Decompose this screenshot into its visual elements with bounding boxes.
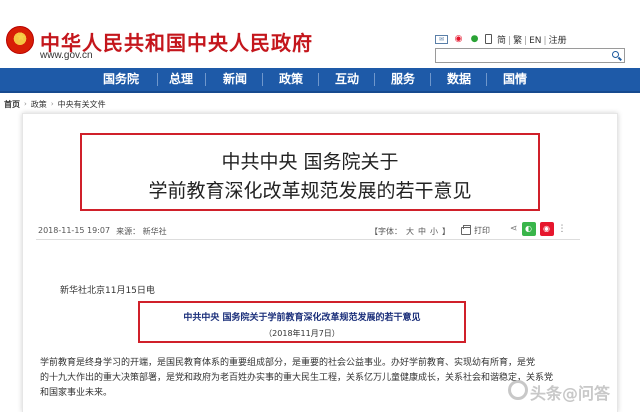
lang-simplified-link[interactable]: 简: [497, 36, 506, 46]
breadcrumb-home[interactable]: 首页: [4, 99, 20, 110]
national-emblem-icon[interactable]: ★: [6, 26, 34, 54]
mobile-icon[interactable]: [485, 34, 492, 44]
search-button[interactable]: [609, 49, 623, 62]
wechat-icon[interactable]: ●: [469, 34, 480, 44]
nav-item-national-info[interactable]: 国情: [503, 68, 527, 91]
font-large-button[interactable]: 大: [406, 226, 414, 237]
nav-item-interaction[interactable]: 互动: [335, 68, 359, 91]
share-icon[interactable]: ⋖: [510, 224, 518, 234]
site-url[interactable]: www.gov.cn: [40, 50, 93, 61]
breadcrumb: 首页 › 政策 › 中央有关文件: [4, 98, 106, 110]
font-size-tools: 【字体： 大 中 小 】: [370, 226, 450, 237]
font-medium-button[interactable]: 中: [418, 226, 426, 237]
article-meta: 2018-11-15 19:07 来源： 新华社: [38, 226, 167, 237]
document-title-highlight: 中共中央 国务院关于学前教育深化改革规范发展的若干意见 （2018年11月7日）: [138, 301, 466, 343]
watermark: 头条@问答: [530, 384, 611, 403]
search-box: [435, 48, 625, 68]
search-input[interactable]: [436, 54, 606, 68]
printer-icon: [461, 224, 471, 235]
chevron-right-icon: ›: [50, 100, 54, 108]
print-button[interactable]: 打印: [461, 224, 490, 236]
article-title-highlight: 中共中央 国务院关于 学前教育深化改革规范发展的若干意见: [80, 133, 540, 211]
document-title: 中共中央 国务院关于学前教育深化改革规范发展的若干意见: [183, 313, 421, 323]
nav-item-data[interactable]: 数据: [447, 68, 471, 91]
publish-date: 2018-11-15 19:07: [38, 226, 111, 235]
wechat-share-icon[interactable]: ◐: [521, 222, 536, 236]
print-label: 打印: [474, 226, 490, 235]
breadcrumb-central-documents[interactable]: 中央有关文件: [58, 99, 106, 110]
chevron-right-icon: ›: [24, 100, 27, 108]
article-source: 来源： 新华社: [116, 227, 167, 236]
dateline: 新华社北京11月15日电: [60, 286, 155, 296]
top-toolbar: ✉ ◉ ● 简 | 繁 | EN | 注册: [435, 33, 567, 46]
paragraph-line-1: 学前教育是终身学习的开端，是国民教育体系的重要组成部分，是重要的社会公益事业。办…: [40, 358, 536, 368]
lang-traditional-link[interactable]: 繁: [513, 36, 522, 46]
font-size-label: 【字体：: [370, 227, 402, 236]
font-size-close: 】: [442, 227, 450, 236]
main-nav: 国务院 总理 新闻 政策 互动 服务 数据 国情: [0, 68, 640, 93]
language-links: 简 | 繁 | EN | 注册: [497, 35, 567, 46]
weibo-icon[interactable]: ◉: [453, 34, 464, 44]
article-title-line1: 中共中央 国务院关于: [221, 151, 399, 173]
nav-item-services[interactable]: 服务: [391, 68, 415, 91]
breadcrumb-policy[interactable]: 政策: [31, 99, 47, 110]
lang-english-link[interactable]: EN: [529, 36, 541, 46]
meta-divider: [36, 239, 580, 240]
nav-item-news[interactable]: 新闻: [223, 68, 247, 91]
watermark-logo-icon: [508, 380, 528, 400]
more-icon[interactable]: ⋮: [558, 224, 567, 234]
nav-item-premier[interactable]: 总理: [169, 68, 193, 91]
nav-item-state-council[interactable]: 国务院: [103, 68, 139, 91]
site-header: ★ 中华人民共和国中央人民政府 www.gov.cn ✉ ◉ ● 简 | 繁 | EN |…: [0, 0, 640, 68]
register-link[interactable]: 注册: [549, 36, 567, 46]
document-date: （2018年11月7日）: [264, 329, 340, 338]
article-title-line2: 学前教育深化改革规范发展的若干意见: [148, 180, 472, 202]
share-toolbar: ⋖ ◐ ◉ ⋮: [510, 222, 567, 236]
nav-item-policy[interactable]: 政策: [279, 68, 303, 91]
font-small-button[interactable]: 小: [430, 226, 438, 237]
weibo-share-icon[interactable]: ◉: [539, 222, 554, 236]
mail-icon[interactable]: ✉: [435, 34, 448, 44]
